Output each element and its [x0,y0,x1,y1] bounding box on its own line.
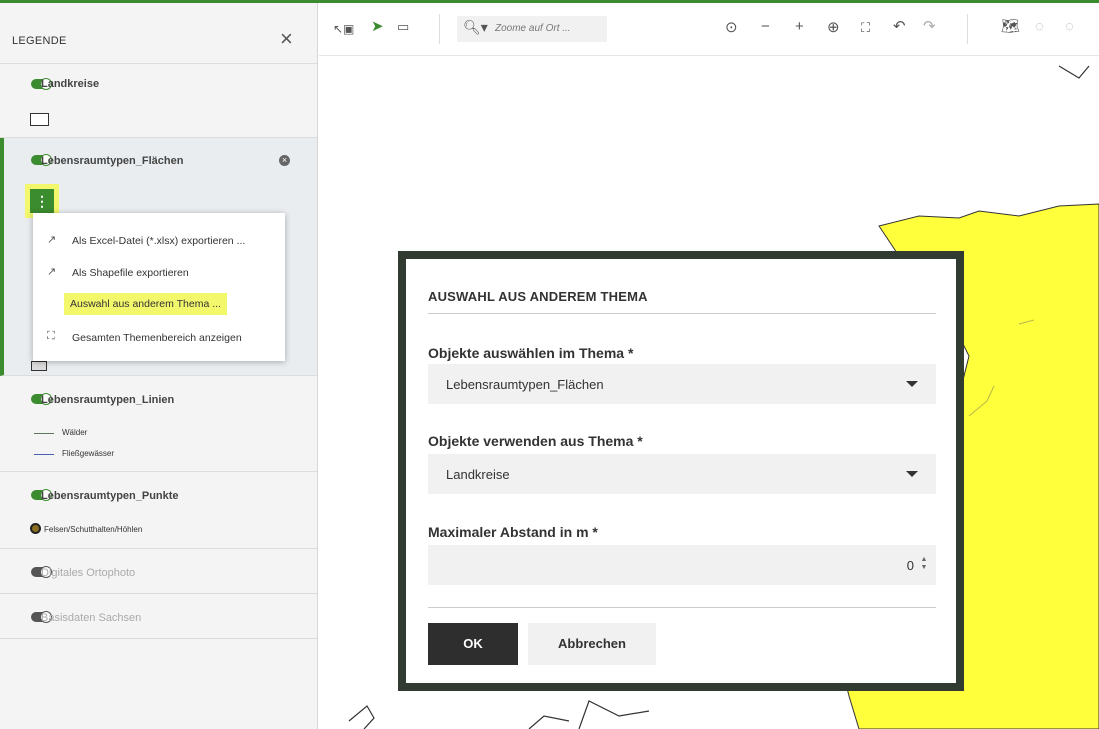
layer-title-punkte: Lebensraumtypen_Punkte [41,490,179,502]
select-theme-value: Lebensraumtypen_Flächen [446,377,604,392]
legend-entry-label: Wälder [62,428,88,437]
layer-title-flaechen: Lebensraumtypen_Flächen [41,155,184,167]
max-distance-value: 0 [906,558,914,573]
border-line [1058,65,1090,79]
toolbar-separator [439,14,440,44]
legend-header: LEGENDE × [0,3,317,64]
polygon-swatch [30,113,49,126]
undo-icon[interactable]: ↶ [893,17,906,37]
export-icon: ↗ [47,266,57,278]
locate-icon[interactable]: ⊙ [725,18,738,38]
dialog-title: AUSWAHL AUS ANDEREM THEMA [428,289,648,304]
layer-linien: Lebensraumtypen_Linien Wälder Fließgewäs… [0,376,317,472]
redo-icon[interactable]: ↷ [923,17,936,37]
menu-item-label: Als Excel-Datei (*.xlsx) exportieren ... [72,235,246,247]
layer-title-basisdaten: Basisdaten Sachsen [41,612,142,624]
legend-entry-label: Felsen/Schutthalten/Höhlen [44,525,143,534]
use-theme-dropdown[interactable]: Landkreise [428,454,936,494]
line-symbol [34,454,54,455]
layer-title-linien: Lebensraumtypen_Linien [41,394,175,406]
dialog-divider [428,607,936,608]
layer-ortophoto: Digitales Ortophoto [0,549,317,594]
close-icon[interactable]: × [280,28,293,50]
menu-item-label: Gesamten Themenbereich anzeigen [72,332,242,344]
identify-tool-icon[interactable]: ↖▣ [333,19,354,39]
legend-panel: LEGENDE × Landkreise Lebensraumtypen_Flä… [0,3,318,729]
field-label-use-theme: Objekte verwenden aus Thema * [428,433,643,449]
dialog-divider [428,313,936,314]
polygon-swatch-partial [31,361,47,371]
map-toolbar: ↖▣ ➤ ▭ 🔍︎▾ Zoome auf Ort ... ⊙ − + ⊕ ⛶ ↶… [319,3,1099,56]
layer-menu-button[interactable]: ⋮ [25,184,59,218]
map-add-icon[interactable]: 🗺︎ [1001,17,1020,37]
legend-entry-label: Fließgewässer [62,449,115,458]
field-label-select-theme: Objekte auswählen im Thema * [428,345,634,361]
layer-punkte: Lebensraumtypen_Punkte Felsen/Schutthalt… [0,472,317,549]
export-icon: ↗ [47,234,57,246]
point-symbol [30,523,41,534]
toolbar-separator [967,14,968,44]
menu-item-label: Auswahl aus anderem Thema ... [64,293,227,315]
extent-icon: ⛶ [47,330,55,342]
menu-item-selection-from-theme[interactable]: Auswahl aus anderem Thema ... [33,290,285,316]
ok-button[interactable]: OK [428,623,518,665]
select-theme-dropdown[interactable]: Lebensraumtypen_Flächen [428,364,936,404]
border-line [528,715,570,729]
cancel-button[interactable]: Abbrechen [528,623,656,665]
menu-item-export-excel[interactable]: ↗ Als Excel-Datei (*.xlsx) exportieren .… [33,227,285,253]
search-box[interactable]: 🔍︎▾ Zoome auf Ort ... [457,16,607,42]
edit-select-icon[interactable]: ◌ [1035,17,1044,37]
remove-layer-icon[interactable]: × [279,155,290,166]
layer-title-ortophoto: Digitales Ortophoto [41,567,136,579]
number-spinner-icon[interactable]: ▲ ▼ [920,556,928,572]
zoom-out-icon[interactable]: − [761,17,770,37]
layer-context-menu: ↗ Als Excel-Datei (*.xlsx) exportieren .… [33,213,285,361]
zoom-box-icon[interactable]: ⊕ [827,18,840,38]
layer-title-landkreise: Landkreise [41,78,100,90]
layer-landkreise: Landkreise [0,64,317,138]
menu-item-label: Als Shapefile exportieren [72,267,189,279]
line-symbol [34,433,54,434]
select-clear-icon[interactable]: ◌ [1065,17,1074,37]
menu-item-export-shapefile[interactable]: ↗ Als Shapefile exportieren [33,259,285,285]
border-line [578,700,650,729]
border-line [348,705,375,729]
menu-item-zoom-extent[interactable]: ⛶ Gesamten Themenbereich anzeigen [33,324,285,350]
use-theme-value: Landkreise [446,467,510,482]
full-extent-icon[interactable]: ⛶ [861,18,870,38]
selection-dialog: AUSWAHL AUS ANDEREM THEMA Objekte auswäh… [406,259,956,683]
zoom-in-icon[interactable]: + [795,17,804,37]
measure-ruler-icon[interactable]: ▭ [397,17,409,37]
legend-title: LEGENDE [12,35,67,47]
select-arrow-icon[interactable]: ➤ [371,17,384,37]
chevron-down-icon [906,381,918,387]
layer-basisdaten: Basisdaten Sachsen [0,594,317,639]
search-icon: 🔍︎▾ [463,19,488,35]
chevron-down-icon [906,471,918,477]
max-distance-input[interactable]: 0 ▲ ▼ [428,545,936,585]
search-input[interactable]: Zoome auf Ort ... [495,23,571,34]
field-label-max-distance: Maximaler Abstand in m * [428,524,598,540]
